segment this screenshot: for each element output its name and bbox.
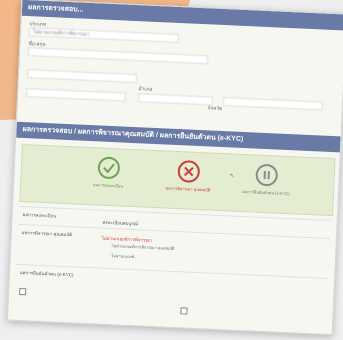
- result-row-1-value: ลงทะเบียนสมบูรณ์: [102, 219, 139, 227]
- field-value-2: [27, 47, 209, 65]
- field-value-6: [222, 97, 324, 111]
- check-circle-icon: [97, 156, 121, 180]
- mouse-cursor-icon: ↖: [229, 173, 235, 180]
- x-circle-icon: [177, 160, 201, 184]
- status-label-2: ผลการพิจารณา คุณสมบัติ: [165, 185, 211, 193]
- status-label-3: ผลการยืนยันตัวตน (e-KYC): [242, 188, 290, 197]
- status-panel: ผลการลงทะเบียน ผลการพิจารณา คุณสมบัติ ผล…: [19, 143, 336, 217]
- consent-checkbox-2[interactable]: [180, 307, 188, 315]
- pause-circle-icon: [255, 163, 279, 187]
- consent-checkbox-1[interactable]: [19, 287, 27, 296]
- field-label-5: จังหวัด: [207, 105, 223, 112]
- document-sheet: ผลการตรวจสอบ... ประเภท ไม่ผ่านเกณฑ์การพิ…: [6, 0, 343, 336]
- result-row-3-label: ผลการยืนยันตัวตน (e-KYC): [19, 269, 74, 278]
- field-value-4: [26, 88, 127, 102]
- field-value-3: [26, 69, 138, 84]
- status-label-1: ผลการลงทะเบียน: [93, 182, 124, 189]
- result-row-1-label: ผลการลงทะเบียน: [22, 212, 57, 219]
- field-value-5: [137, 93, 214, 106]
- field-value-1: ไม่ผ่านเกณฑ์การพิจารณา: [28, 27, 180, 43]
- result-row-2-label: ผลการพิจารณา คุณสมบัติ: [21, 230, 73, 238]
